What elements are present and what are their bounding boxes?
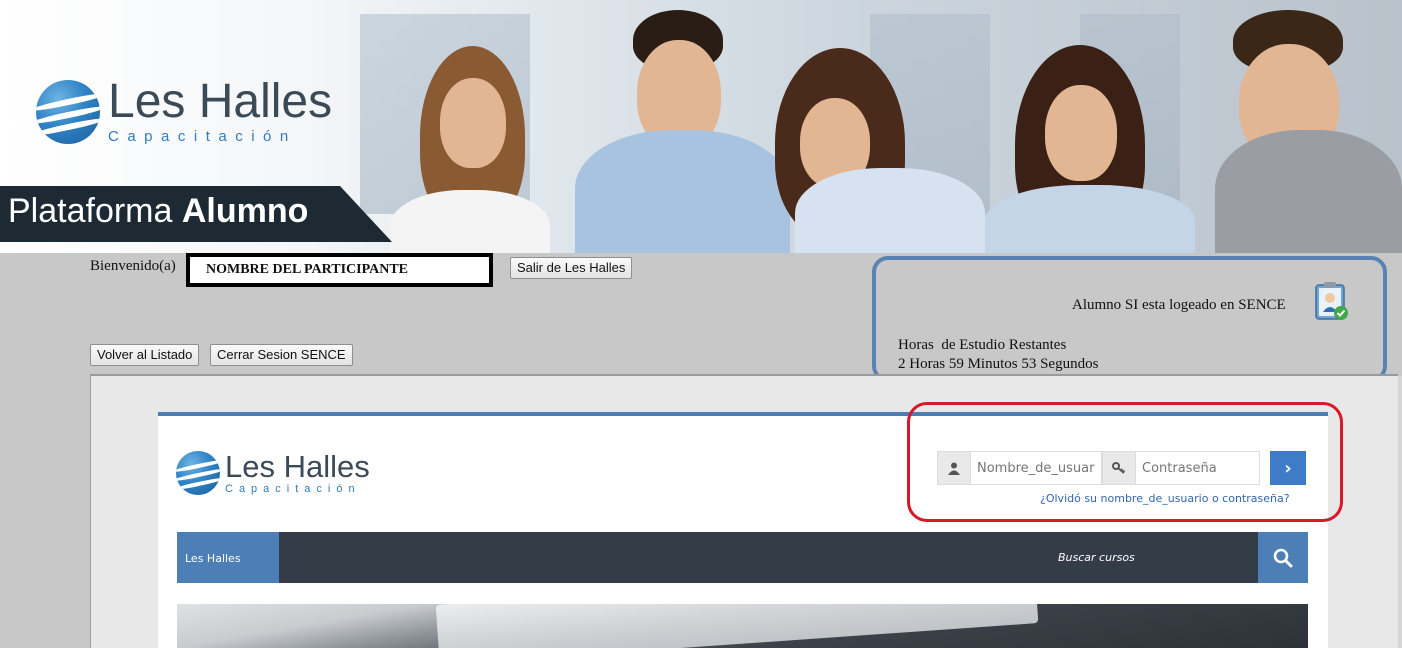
banner-person [1215,10,1402,253]
hero-paper [435,604,1039,648]
close-sence-session-button[interactable]: Cerrar Sesion SENCE [210,344,353,366]
banner-person [765,48,985,253]
welcome-label: Bienvenido(a) [90,258,176,274]
platform-title-bold: Alumno [181,192,309,230]
nav-home-link[interactable]: Les Halles [177,532,279,583]
site-navbar: Les Halles [177,532,1308,583]
course-search-input[interactable] [1046,532,1256,583]
logout-button[interactable]: Salir de Les Halles [510,257,633,279]
les-halles-logo: Les Halles Capacitación [36,78,332,145]
site-logo-name: Les Halles [225,449,370,484]
banner-person [985,45,1195,253]
course-search-button[interactable] [1258,532,1308,583]
banner-person [575,10,790,253]
sence-status-text: Alumno SI esta logeado en SENCE [1072,297,1286,313]
logo-subtitle: Capacitación [108,128,297,145]
study-hours-remaining: 2 Horas 59 Minutos 53 Segundos [898,356,1099,372]
header-banner: Les Halles Capacitación Plataforma Alumn… [0,0,1402,253]
back-to-list-button[interactable]: Volver al Listado [90,344,200,366]
site-logo[interactable]: Les Halles Capacitación [176,451,370,495]
iframe-scrollbar[interactable] [1398,376,1402,648]
participant-name: NOMBRE DEL PARTICIPANTE [186,253,493,287]
banner-person [380,40,560,253]
globe-icon [36,79,100,144]
globe-icon [176,451,220,495]
logo-name: Les Halles [108,75,333,128]
hero-image [177,604,1308,648]
login-highlight-outline [907,402,1343,522]
platform-title: Plataforma Alumno [8,192,308,231]
search-icon [1273,548,1293,567]
platform-title-prefix: Plataforma [8,192,173,230]
site-logo-subtitle: Capacitación [225,483,361,495]
clipboard-user-check-icon [1315,282,1348,320]
study-hours-label: Horas de Estudio Restantes [898,337,1067,353]
